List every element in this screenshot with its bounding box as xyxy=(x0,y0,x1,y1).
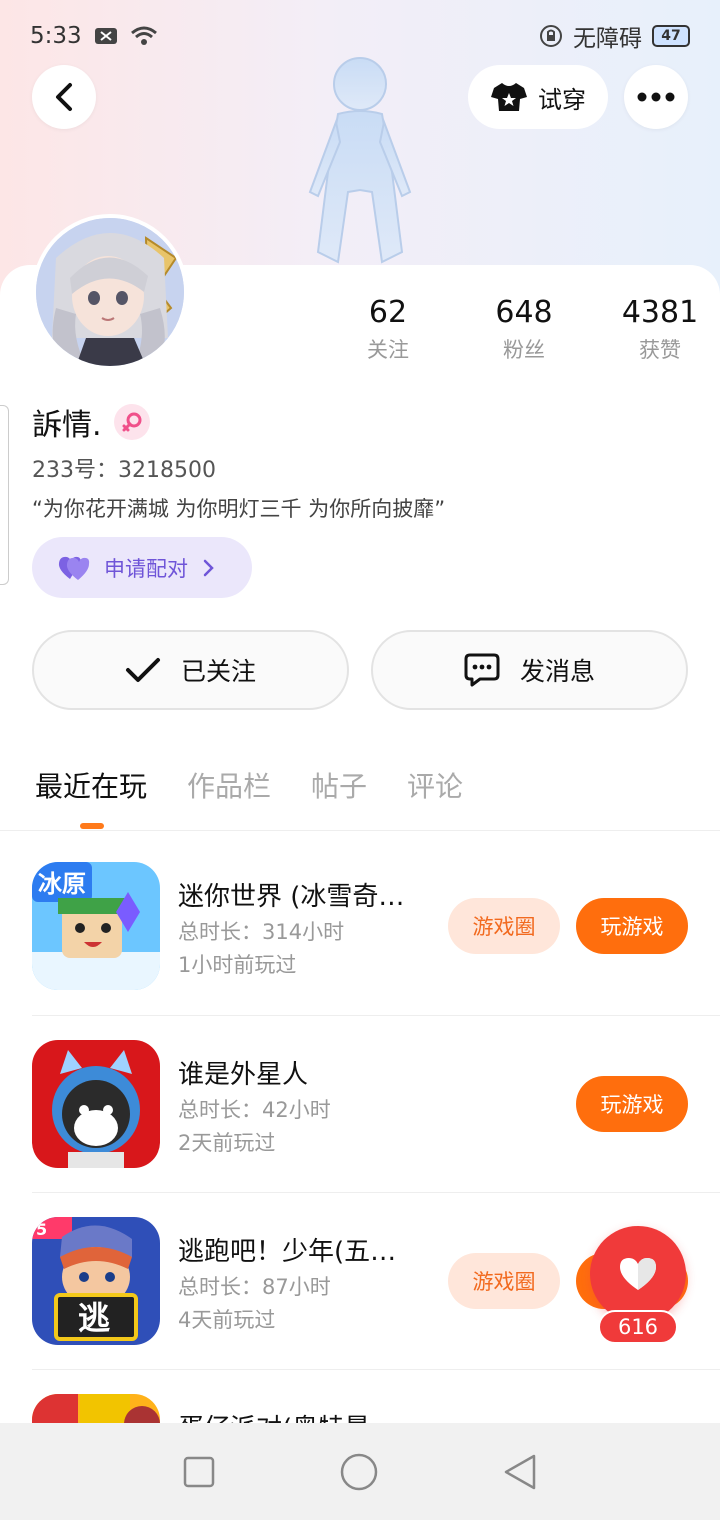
game-last-played: 2天前玩过 xyxy=(178,1131,276,1155)
try-on-button[interactable]: 试穿 xyxy=(468,65,608,129)
heart-icon xyxy=(620,1258,656,1290)
tab-works[interactable]: 作品栏 xyxy=(187,765,271,805)
shirt-icon xyxy=(491,83,527,111)
user-id: 233号：3218500 xyxy=(32,458,216,483)
avatar[interactable] xyxy=(32,214,188,370)
try-on-label: 试穿 xyxy=(538,85,586,114)
accessibility-lock-icon xyxy=(539,24,563,48)
stats-row: 62 关注 648 粉丝 4381 获赞 xyxy=(320,295,720,364)
recent-apps-icon[interactable] xyxy=(182,1455,216,1489)
status-time: 5:33 xyxy=(30,23,82,49)
system-nav-bar xyxy=(0,1423,720,1520)
game-icon-who-is-alien xyxy=(32,1040,160,1168)
game-list-item[interactable]: 冰原 迷你世界 (冰雪奇… 总时长：314小时 1小时前玩过 游戏圈 玩游戏 xyxy=(32,862,688,992)
row-divider xyxy=(32,1369,720,1370)
back-icon[interactable] xyxy=(502,1452,538,1492)
game-list-item[interactable]: 谁是外星人 总时长：42小时 2天前玩过 玩游戏 xyxy=(32,1040,688,1170)
chevron-right-icon xyxy=(203,559,214,576)
avatar-3d-figure xyxy=(290,52,430,271)
followed-label: 已关注 xyxy=(180,657,256,686)
game-title: 迷你世界 (冰雪奇… xyxy=(178,882,405,912)
tab-posts[interactable]: 帖子 xyxy=(311,765,367,805)
name-row: 訴情. xyxy=(32,400,150,444)
game-circle-button[interactable]: 游戏圈 xyxy=(448,1253,560,1309)
game-icon-mini-world: 冰原 xyxy=(32,862,160,990)
like-button[interactable] xyxy=(590,1226,686,1322)
status-bar: 5:33 无障碍 47 xyxy=(0,0,720,72)
svg-text:5: 5 xyxy=(36,1220,47,1239)
bio: “为你花开满城 为你明灯三千 为你所向披靡” xyxy=(32,497,446,521)
check-icon xyxy=(125,658,160,682)
chevron-left-icon xyxy=(56,83,72,111)
stat-likes[interactable]: 4381 获赞 xyxy=(592,295,720,364)
game-duration: 总时长：314小时 xyxy=(178,920,345,944)
like-count: 616 xyxy=(598,1310,678,1344)
stat-value: 62 xyxy=(368,295,408,330)
game-duration: 总时长：87小时 xyxy=(178,1275,331,1299)
request-pair-button[interactable]: 申请配对 xyxy=(32,537,252,598)
more-button[interactable] xyxy=(624,65,688,129)
notification-icon xyxy=(94,26,118,46)
stat-value: 4381 xyxy=(621,295,699,330)
double-heart-icon xyxy=(58,556,90,580)
play-game-button[interactable]: 玩游戏 xyxy=(576,1076,688,1132)
message-icon xyxy=(464,653,500,687)
stat-following[interactable]: 62 关注 xyxy=(320,295,456,364)
accessibility-label: 无障碍 xyxy=(573,26,642,52)
svg-text:冰原: 冰原 xyxy=(38,870,86,898)
stat-label: 关注 xyxy=(367,338,409,362)
stat-value: 648 xyxy=(495,295,553,330)
game-list-item[interactable]: 蛋仔派对(奥特曼… xyxy=(32,1394,688,1423)
profile-name: 訴情. xyxy=(32,408,102,443)
request-pair-label: 申请配对 xyxy=(104,556,188,581)
home-icon[interactable] xyxy=(339,1452,379,1492)
send-message-button[interactable]: 发消息 xyxy=(371,630,688,710)
game-duration: 总时长：42小时 xyxy=(178,1098,331,1122)
tabs-divider xyxy=(0,830,720,831)
battery-indicator: 47 xyxy=(652,25,690,47)
play-game-button[interactable]: 玩游戏 xyxy=(576,898,688,954)
side-drawer-handle[interactable] xyxy=(0,405,9,585)
game-title: 蛋仔派对(奥特曼… xyxy=(178,1408,438,1423)
wifi-icon xyxy=(130,25,158,47)
content-tabs: 最近在玩 作品栏 帖子 评论 xyxy=(35,765,463,805)
row-divider xyxy=(32,1015,720,1016)
avatar-image xyxy=(36,218,184,366)
game-title: 谁是外星人 xyxy=(178,1060,309,1090)
stat-label: 粉丝 xyxy=(503,338,545,362)
game-title: 逃跑吧！少年(五… xyxy=(178,1237,397,1267)
tab-comments[interactable]: 评论 xyxy=(407,765,463,805)
svg-text:逃: 逃 xyxy=(78,1299,110,1337)
tab-recent-played[interactable]: 最近在玩 xyxy=(35,765,147,805)
more-dots-icon xyxy=(637,92,675,102)
game-last-played: 1小时前玩过 xyxy=(178,953,297,977)
like-float-button[interactable]: 616 xyxy=(590,1226,686,1344)
female-icon xyxy=(113,404,150,440)
followed-button[interactable]: 已关注 xyxy=(32,630,349,710)
stat-fans[interactable]: 648 粉丝 xyxy=(456,295,592,364)
send-message-label: 发消息 xyxy=(519,657,595,686)
back-button[interactable] xyxy=(32,65,96,129)
row-divider xyxy=(32,1192,720,1193)
game-icon-run-boy: 5 逃 xyxy=(32,1217,160,1345)
game-last-played: 4天前玩过 xyxy=(178,1308,276,1332)
game-circle-button[interactable]: 游戏圈 xyxy=(448,898,560,954)
active-tab-indicator xyxy=(80,823,104,829)
stat-label: 获赞 xyxy=(639,338,681,362)
game-icon-eggy-party xyxy=(32,1394,160,1423)
